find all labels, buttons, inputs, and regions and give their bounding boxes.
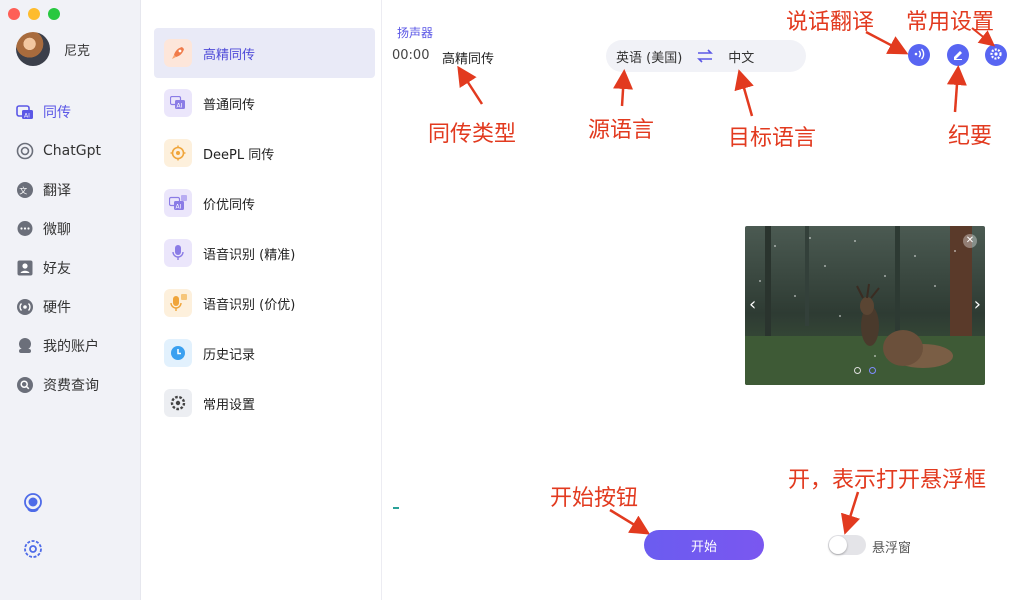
svg-text:AI: AI (176, 204, 182, 211)
microphone-icon (164, 239, 192, 267)
menu-item-speech-economy[interactable]: 语音识别 (价优) (154, 278, 375, 328)
float-window-label: 悬浮窗 (872, 541, 912, 556)
menu-item-label: 价优同传 (203, 197, 256, 213)
sidebar-item-hardware[interactable]: 硬件 (16, 287, 101, 326)
rocket-icon (164, 39, 192, 67)
menu-item-high-precision[interactable]: 高精同传 (154, 28, 375, 78)
svg-text:AI: AI (24, 112, 30, 119)
carousel-prev-icon[interactable]: ‹ (749, 294, 756, 315)
svg-text:文: 文 (19, 185, 27, 195)
settings-icon (164, 389, 192, 417)
sidebar-item-label: 资费查询 (43, 377, 99, 394)
maximize-window-button[interactable] (48, 8, 60, 20)
target-icon (164, 139, 192, 167)
sidebar: 尼克 AI 同传 ChatGpt 文 翻译 微聊 好友 硬件 我的账户 资费查询 (0, 0, 141, 600)
sidebar-item-label: 同传 (43, 104, 71, 121)
menu-item-economy[interactable]: AI 价优同传 (154, 178, 375, 228)
user-profile[interactable]: 尼克 (16, 32, 90, 66)
arrow-float-on (840, 491, 861, 535)
carousel-dot-2[interactable] (869, 367, 876, 374)
main-panel: 扬声器 00:00 高精同传 英语 (美国) 中文 说话翻译 常用设置 同传类型… (382, 0, 1025, 600)
minimize-window-button[interactable] (28, 8, 40, 20)
toggle-knob (829, 536, 847, 554)
menu-item-label: DeePL 同传 (203, 147, 275, 163)
menu-item-label: 高精同传 (203, 47, 256, 63)
arrow-start-button (609, 508, 651, 535)
sidebar-item-label: 好友 (43, 260, 71, 277)
sidebar-item-pricing[interactable]: 资费查询 (16, 365, 101, 404)
arrow-source-lang (613, 69, 634, 107)
chat-bubble-icon (16, 220, 34, 238)
menu-item-deepl[interactable]: DeePL 同传 (154, 128, 375, 178)
ai-discount-icon: AI (164, 189, 192, 217)
carousel-next-icon[interactable]: › (974, 294, 981, 315)
sidebar-bottom (22, 492, 44, 584)
sidebar-item-label: ChatGpt (43, 142, 101, 159)
microphone-discount-icon (164, 289, 192, 317)
chatgpt-icon (16, 142, 34, 160)
gear-icon[interactable] (22, 538, 44, 560)
menu-item-label: 常用设置 (203, 397, 256, 413)
sidebar-item-friends[interactable]: 好友 (16, 248, 101, 287)
sidebar-item-simultaneous[interactable]: AI 同传 (16, 92, 101, 131)
avatar[interactable] (16, 32, 50, 66)
arrow-speak-translate (865, 30, 909, 55)
sidebar-item-chatgpt[interactable]: ChatGpt (16, 131, 101, 170)
arrow-target-lang (734, 69, 754, 117)
sidebar-item-label: 硬件 (43, 299, 71, 316)
image-carousel: ✕ ‹ › (745, 226, 985, 385)
sidebar-item-label: 翻译 (43, 182, 71, 199)
contact-icon (16, 259, 34, 277)
menu-item-speech-precise[interactable]: 语音识别 (精准) (154, 228, 375, 278)
close-window-button[interactable] (8, 8, 20, 20)
app-window: 尼克 AI 同传 ChatGpt 文 翻译 微聊 好友 硬件 我的账户 资费查询… (0, 0, 1025, 600)
menu-item-label: 历史记录 (203, 347, 256, 363)
menu-item-settings[interactable]: 常用设置 (154, 378, 375, 428)
text-cursor (393, 507, 399, 509)
sidebar-item-translate[interactable]: 文 翻译 (16, 170, 101, 209)
start-button[interactable]: 开始 (644, 530, 764, 560)
user-name: 尼克 (64, 43, 91, 59)
sidebar-item-chat[interactable]: 微聊 (16, 209, 101, 248)
menu-item-label: 普通同传 (203, 97, 256, 113)
arrow-settings (971, 27, 996, 47)
deer-forest-image (745, 226, 985, 385)
mode-menu: 高精同传 AI 普通同传 DeePL 同传 AI 价优同传 语音识别 (精准) (141, 0, 382, 600)
sidebar-nav: AI 同传 ChatGpt 文 翻译 微聊 好友 硬件 我的账户 资费查询 (16, 92, 101, 404)
menu-item-label: 语音识别 (价优) (203, 297, 296, 313)
window-controls (8, 8, 60, 20)
headset-support-icon[interactable] (22, 492, 44, 514)
float-window-toggle[interactable] (828, 535, 866, 555)
ai-icon: AI (164, 89, 192, 117)
menu-item-normal[interactable]: AI 普通同传 (154, 78, 375, 128)
sidebar-item-account[interactable]: 我的账户 (16, 326, 101, 365)
arrow-summary (946, 65, 967, 113)
arrow-sync-type (457, 65, 484, 105)
menu-item-history[interactable]: 历史记录 (154, 328, 375, 378)
clock-icon (164, 339, 192, 367)
menu-item-label: 语音识别 (精准) (203, 247, 296, 263)
sidebar-item-label: 微聊 (43, 221, 71, 238)
svg-text:AI: AI (177, 103, 183, 110)
sidebar-item-label: 我的账户 (43, 338, 99, 355)
carousel-dot-1[interactable] (854, 367, 861, 374)
account-icon (16, 337, 34, 355)
close-icon[interactable]: ✕ (963, 234, 977, 248)
translate-icon: 文 (16, 181, 34, 199)
ai-translate-icon: AI (16, 103, 34, 121)
broadcast-icon (16, 298, 34, 316)
search-icon (16, 376, 34, 394)
